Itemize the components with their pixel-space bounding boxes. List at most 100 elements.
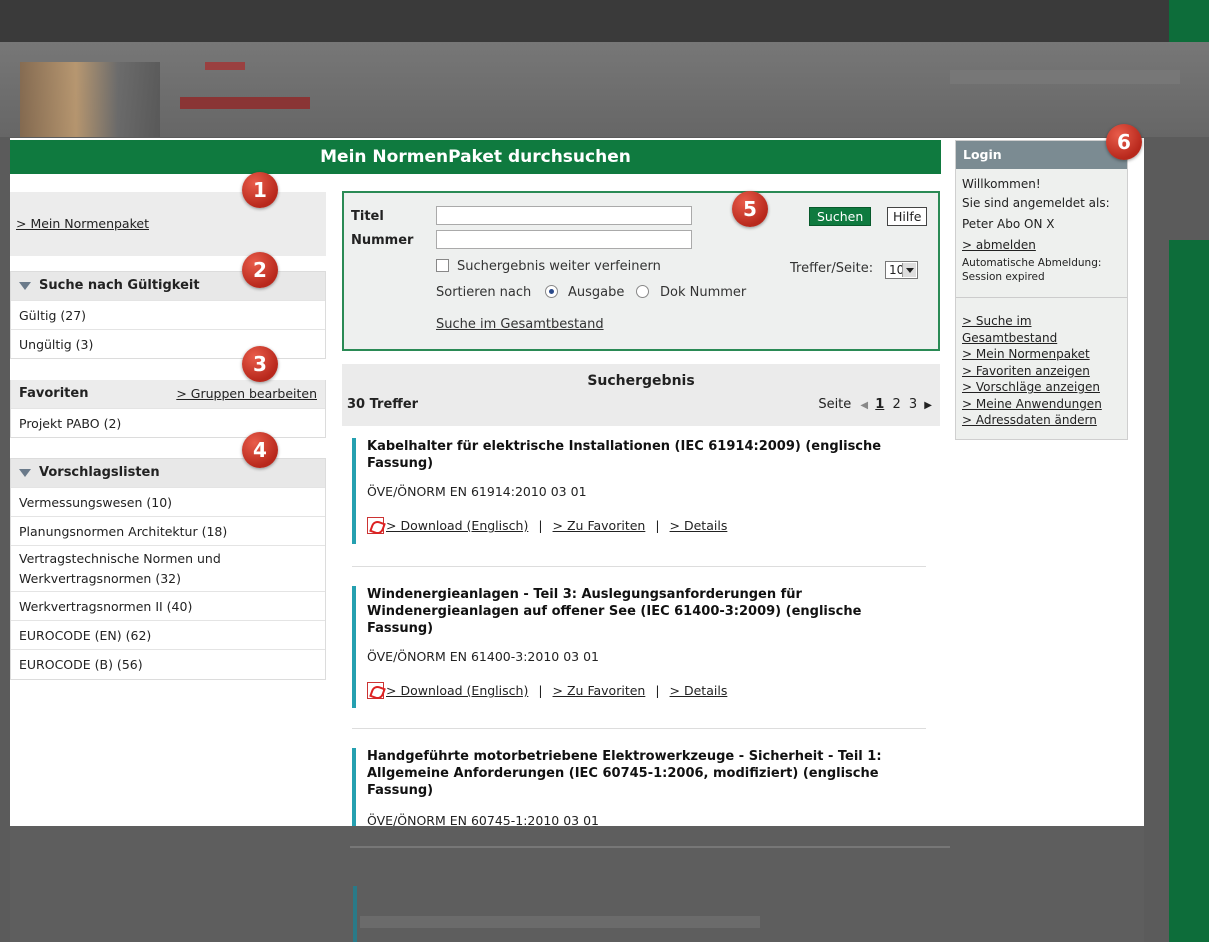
details-link[interactable]: > Details [670, 683, 728, 698]
download-link[interactable]: > Download (Englisch) [386, 518, 528, 533]
add-favorite-link[interactable]: > Zu Favoriten [553, 518, 646, 533]
collapse-triangle-icon[interactable] [19, 469, 31, 477]
sort-doknummer-radio[interactable] [636, 285, 649, 298]
suggestion-list-item[interactable]: Vermessungswesen (10) [11, 487, 325, 516]
background-logo-mark [205, 62, 245, 70]
session-status: Session expired [962, 271, 1045, 283]
background-logo-text [180, 97, 310, 109]
nav-link-gesamtbestand[interactable]: > Suche im Gesamtbestand [962, 313, 1092, 346]
action-separator: | [655, 683, 660, 698]
pdf-icon[interactable] [367, 517, 384, 534]
filter-gueltig[interactable]: Gültig (27) [11, 300, 325, 329]
result-divider [352, 566, 926, 567]
filter-ungueltig[interactable]: Ungültig (3) [11, 329, 325, 358]
page-label: Seite [818, 397, 852, 412]
sort-label: Sortieren nach [436, 285, 532, 300]
hits-per-page-label: Treffer/Seite: [790, 261, 874, 276]
gueltigkeit-heading: Suche nach Gültigkeit [39, 278, 200, 293]
logout-link[interactable]: > abmelden [962, 238, 1036, 252]
result-title[interactable]: Kabelhalter für elektrische Installation… [367, 438, 926, 472]
callout-marker-4: 4 [242, 432, 278, 468]
welcome-text: Willkommen! [962, 177, 1041, 191]
callout-marker-5: 5 [732, 191, 768, 227]
background-right-strip [1169, 240, 1209, 942]
next-page-icon[interactable]: ▶ [924, 400, 932, 411]
refine-checkbox[interactable] [436, 259, 449, 272]
page-2-link[interactable]: 2 [892, 397, 900, 412]
result-item: Kabelhalter für elektrische Installation… [352, 438, 926, 544]
search-button[interactable]: Suchen [809, 207, 872, 226]
result-number: ÖVE/ÖNORM EN 61400-3:2010 03 01 [367, 649, 599, 664]
login-nav-links: > Suche im Gesamtbestand > Mein Normenpa… [962, 313, 1102, 429]
callout-marker-2: 2 [242, 252, 278, 288]
title-input[interactable] [436, 206, 692, 225]
vorschlagslisten-header[interactable]: Vorschlagslisten [11, 459, 325, 487]
prev-page-icon[interactable]: ◀ [860, 400, 868, 411]
number-input[interactable] [436, 230, 692, 249]
mein-normenpaket-link[interactable]: > Mein Normenpaket [16, 216, 149, 231]
mein-normenpaket-box: > Mein Normenpaket [10, 192, 326, 256]
collapse-triangle-icon[interactable] [19, 282, 31, 290]
vorschlagslisten-box: Vorschlagslisten Vermessungswesen (10) P… [10, 458, 326, 680]
suggestion-list-item[interactable]: Vertragstechnische Normen und Werkvertra… [11, 545, 325, 591]
results-count: 30 Treffer [347, 397, 419, 412]
help-button[interactable]: Hilfe [887, 207, 928, 226]
result-actions: > Download (Englisch) | > Zu Favoriten |… [367, 682, 926, 699]
login-box: Login Willkommen! Sie sind angemeldet al… [955, 140, 1128, 440]
background-bottom-area [10, 826, 1144, 942]
results-heading: Suchergebnis [587, 373, 695, 389]
favoriten-header: Favoriten > Gruppen bearbeiten [11, 380, 325, 408]
results-header: Suchergebnis 30 Treffer Seite ◀ 1 2 3 ▶ [342, 364, 940, 426]
background-divider [350, 846, 950, 848]
result-actions: > Download (Englisch) | > Zu Favoriten |… [367, 517, 926, 534]
page-3-link[interactable]: 3 [909, 397, 917, 412]
suggestion-list-item[interactable]: EUROCODE (EN) (62) [11, 620, 325, 649]
callout-marker-3: 3 [242, 346, 278, 382]
gueltigkeit-box: Suche nach Gültigkeit Gültig (27) Ungült… [10, 271, 326, 359]
pdf-icon[interactable] [367, 682, 384, 699]
result-title[interactable]: Windenergieanlagen - Teil 3: Auslegungsa… [367, 586, 926, 637]
action-separator: | [538, 683, 543, 698]
login-heading: Login [956, 141, 1127, 169]
suggestion-list-item[interactable]: EUROCODE (B) (56) [11, 649, 325, 678]
suggestion-list-item[interactable]: Planungsnormen Architektur (18) [11, 516, 325, 545]
background-green-strip [1169, 0, 1209, 42]
title-label: Titel [351, 209, 384, 224]
sort-ausgabe-label: Ausgabe [568, 285, 625, 300]
gruppen-bearbeiten-link[interactable]: > Gruppen bearbeiten [176, 380, 317, 408]
sort-doknummer-label: Dok Nummer [660, 285, 747, 300]
callout-marker-1: 1 [242, 172, 278, 208]
favoriten-heading: Favoriten [19, 386, 89, 401]
main-panel: Mein NormenPaket durchsuchen > Mein Norm… [10, 138, 1144, 826]
favoriten-box: Favoriten > Gruppen bearbeiten Projekt P… [10, 380, 326, 438]
download-link[interactable]: > Download (Englisch) [386, 683, 528, 698]
result-number: ÖVE/ÖNORM EN 60745-1:2010 03 01 [367, 813, 599, 826]
auto-logout-label: Automatische Abmeldung: [962, 257, 1102, 269]
add-favorite-link[interactable]: > Zu Favoriten [553, 683, 646, 698]
result-item: Handgeführte motorbetriebene Elektrowerk… [352, 748, 926, 826]
result-number: ÖVE/ÖNORM EN 61914:2010 03 01 [367, 484, 587, 499]
suggestion-list-item[interactable]: Werkvertragsnormen II (40) [11, 591, 325, 620]
nav-link-favoriten[interactable]: > Favoriten anzeigen [962, 363, 1102, 380]
nav-link-adressdaten[interactable]: > Adressdaten ändern [962, 412, 1102, 429]
user-name: Peter Abo ON X [962, 217, 1055, 231]
chevron-down-icon[interactable] [902, 263, 916, 277]
favorite-group-item[interactable]: Projekt PABO (2) [11, 408, 325, 437]
pagination: Seite ◀ 1 2 3 ▶ [818, 397, 932, 412]
nav-link-mein-normenpaket[interactable]: > Mein Normenpaket [962, 346, 1102, 363]
callout-marker-6: 6 [1106, 124, 1142, 160]
results-list: Kabelhalter für elektrische Installation… [342, 426, 940, 826]
global-search-link[interactable]: Suche im Gesamtbestand [436, 317, 604, 332]
gueltigkeit-header[interactable]: Suche nach Gültigkeit [11, 272, 325, 300]
hits-per-page-select[interactable]: 10 [885, 261, 918, 279]
details-link[interactable]: > Details [670, 518, 728, 533]
result-title[interactable]: Handgeführte motorbetriebene Elektrowerk… [367, 748, 926, 799]
action-separator: | [538, 518, 543, 533]
sort-ausgabe-radio[interactable] [545, 285, 558, 298]
page-1-link[interactable]: 1 [875, 397, 884, 412]
vorschlagslisten-heading: Vorschlagslisten [39, 465, 160, 480]
nav-link-anwendungen[interactable]: > Meine Anwendungen [962, 396, 1102, 413]
background-header-right [950, 70, 1180, 84]
result-divider [352, 728, 926, 729]
nav-link-vorschlaege[interactable]: > Vorschläge anzeigen [962, 379, 1102, 396]
